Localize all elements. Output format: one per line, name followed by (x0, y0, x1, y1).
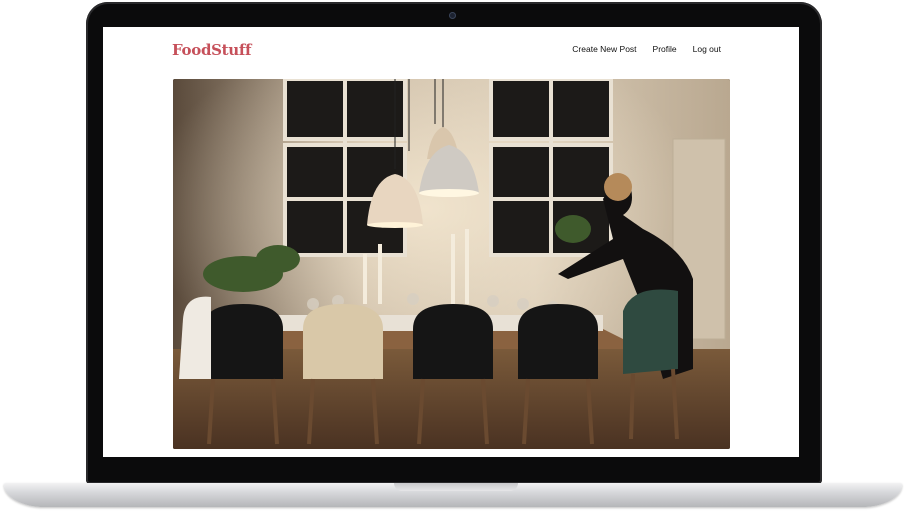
site-logo[interactable]: FoodStuff (172, 41, 252, 59)
hero-image (173, 79, 730, 449)
dinner-table-photo-icon (173, 79, 730, 449)
laptop-opening-notch (394, 483, 518, 491)
browser-viewport: FoodStuff Create New Post Profile Log ou… (103, 27, 799, 457)
laptop-base (4, 483, 902, 507)
webcam-icon (449, 12, 456, 19)
nav-create-new-post[interactable]: Create New Post (572, 44, 636, 54)
nav-profile[interactable]: Profile (653, 44, 677, 54)
main-nav: Create New Post Profile Log out (572, 44, 721, 54)
nav-log-out[interactable]: Log out (693, 44, 721, 54)
